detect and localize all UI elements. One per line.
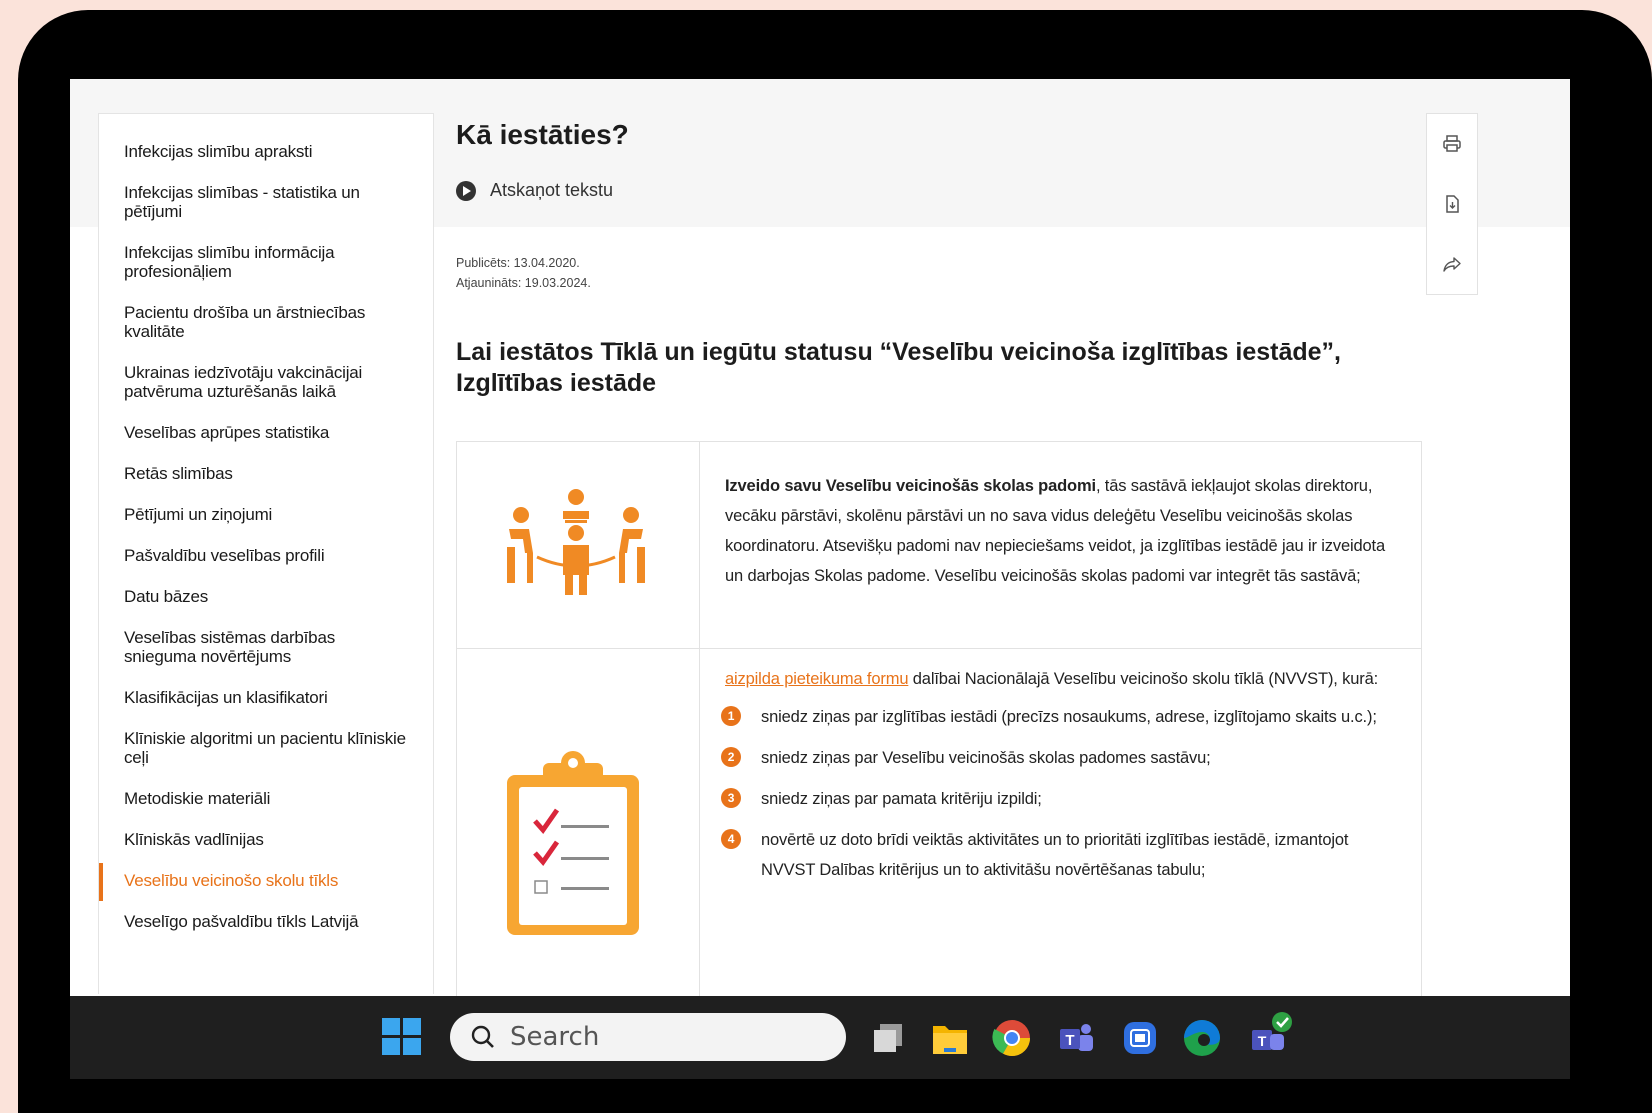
sidebar-item-infekcijas-profesionaliem[interactable]: Infekcijas slimību informācija profesion… [99,243,433,281]
sidebar-nav: Infekcijas slimību apraksti Infekcijas s… [98,113,434,994]
publish-meta: Publicēts: 13.04.2020. Atjaunināts: 19.0… [456,253,591,293]
list-item-text: sniedz ziņas par izglītības iestādi (pre… [761,708,1377,726]
number-badge: 4 [721,829,741,849]
sidebar-item-ukrainas-vakcinacija[interactable]: Ukrainas iedzīvotāju vakcinācijai patvēr… [99,363,433,401]
list-item: 2 sniedz ziņas par Veselību veicinošās sk… [721,743,1405,773]
list-item: 1 sniedz ziņas par izglītības iestādi (pr… [721,702,1405,732]
laptop-bezel: Infekcijas slimību apraksti Infekcijas s… [18,10,1652,1113]
listen-label: Atskaņot tekstu [490,180,614,200]
step2-text: dalībai Nacionālajā Veselību veicinošo s… [908,670,1379,688]
sidebar-list: Infekcijas slimību apraksti Infekcijas s… [99,114,433,931]
sidebar-item-infekcijas-statistika[interactable]: Infekcijas slimības - statistika un pētī… [99,183,433,221]
sidebar-item-klasifikacijas[interactable]: Klasifikācijas un klasifikatori [99,688,433,707]
taskbar: Search T T [70,996,1570,1079]
sidebar-item-retas-slimibas[interactable]: Retās slimības [99,464,433,483]
teams-work-icon[interactable]: T [1246,1010,1294,1058]
step2-intro: aizpilda pieteikuma formu dalībai Nacion… [725,664,1405,694]
sidebar-item-petijumi[interactable]: Pētījumi un ziņojumi [99,505,433,524]
page-title: Kā iestāties? [456,119,629,150]
sidebar-item-infekcijas-apraksti[interactable]: Infekcijas slimību apraksti [99,142,433,161]
clipboard-checklist-icon [507,751,639,935]
list-item-text: sniedz ziņas par pamata kritēriju izpild… [761,790,1042,808]
share-icon [1443,257,1461,272]
sidebar-item-datu-bazes[interactable]: Datu bāzes [99,587,433,606]
search-icon [471,1025,494,1048]
step-illustration-cell [457,649,700,1009]
number-badge: 3 [721,788,741,808]
file-explorer-icon[interactable] [930,1018,970,1058]
page-tools [1426,113,1478,295]
sidebar-item-kliniskas-vadlinijas[interactable]: Klīniskās vadlīnijas [99,830,433,849]
taskbar-search[interactable]: Search [450,1013,846,1061]
teams-icon[interactable]: T [1056,1018,1096,1058]
list-item-text: novērtē uz doto brīdi veiktās aktivitāte… [761,831,1349,879]
search-placeholder: Search [510,1022,600,1052]
play-icon [456,180,476,201]
application-form-link[interactable]: aizpilda pieteikuma formu [725,670,908,688]
svg-text:T: T [1065,1032,1074,1049]
numbered-list: 1 sniedz ziņas par izglītības iestādi (pr… [721,702,1405,885]
edge-icon[interactable] [1182,1018,1222,1058]
windows-start-icon[interactable] [382,1018,422,1056]
sidebar-item-pasvaldibu-tikls[interactable]: Veselīgo pašvaldību tīkls Latvijā [99,912,433,931]
printer-icon [1443,135,1461,152]
share-button[interactable] [1427,234,1477,294]
security-icon[interactable] [1120,1018,1160,1058]
step1-bold: Izveido savu Veselību veicinošās skolas … [725,477,1096,495]
sidebar-item-kliniskie-algoritmi[interactable]: Klīniskie algoritmi un pacientu klīniski… [99,729,433,767]
published-date: Publicēts: 13.04.2020. [456,256,580,270]
chrome-icon[interactable] [992,1018,1032,1058]
step-row: aizpilda pieteikuma formu dalībai Nacion… [457,649,1421,1009]
list-item: 4 novērtē uz doto brīdi veiktās aktivitāt… [721,825,1405,885]
download-pdf-button[interactable] [1427,174,1477,234]
sidebar-item-pacientu-drosiba[interactable]: Pacientu drošība un ārstniecības kvalitā… [99,303,433,341]
steps-table: Izveido savu Veselību veicinošās skolas … [456,441,1422,1009]
list-item: 3 sniedz ziņas par pamata kritēriju izpil… [721,784,1405,814]
section-heading: Lai iestātos Tīklā un iegūtu statusu “Ve… [456,338,1341,397]
sidebar-item-veselibas-statistika[interactable]: Veselības aprūpes statistika [99,423,433,442]
number-badge: 2 [721,747,741,767]
step-row: Izveido savu Veselību veicinošās skolas … [457,442,1421,649]
step-illustration-cell [457,442,700,648]
sidebar-item-pasvaldibu-profili[interactable]: Pašvaldību veselības profili [99,546,433,565]
step-text: Izveido savu Veselību veicinošās skolas … [725,471,1405,591]
sidebar-item-veselibu-skolu-tikls[interactable]: Veselību veicinošo skolu tīkls [99,863,433,901]
meeting-people-icon [507,489,645,595]
browser-viewport: Infekcijas slimību apraksti Infekcijas s… [70,79,1570,1079]
number-badge: 1 [721,706,741,726]
task-view-icon[interactable] [868,1018,908,1058]
sidebar-item-snieguma-novertejums[interactable]: Veselības sistēmas darbības snieguma nov… [99,628,433,666]
list-item-text: sniedz ziņas par Veselību veicinošās sko… [761,749,1211,767]
download-pdf-icon [1446,195,1459,213]
sidebar-item-metodiskie-materiali[interactable]: Metodiskie materiāli [99,789,433,808]
print-button[interactable] [1427,114,1477,174]
listen-button[interactable]: Atskaņot tekstu [456,180,613,201]
step-text: aizpilda pieteikuma formu dalībai Nacion… [721,664,1405,896]
updated-date: Atjaunināts: 19.03.2024. [456,276,591,290]
svg-text:T: T [1258,1033,1267,1049]
